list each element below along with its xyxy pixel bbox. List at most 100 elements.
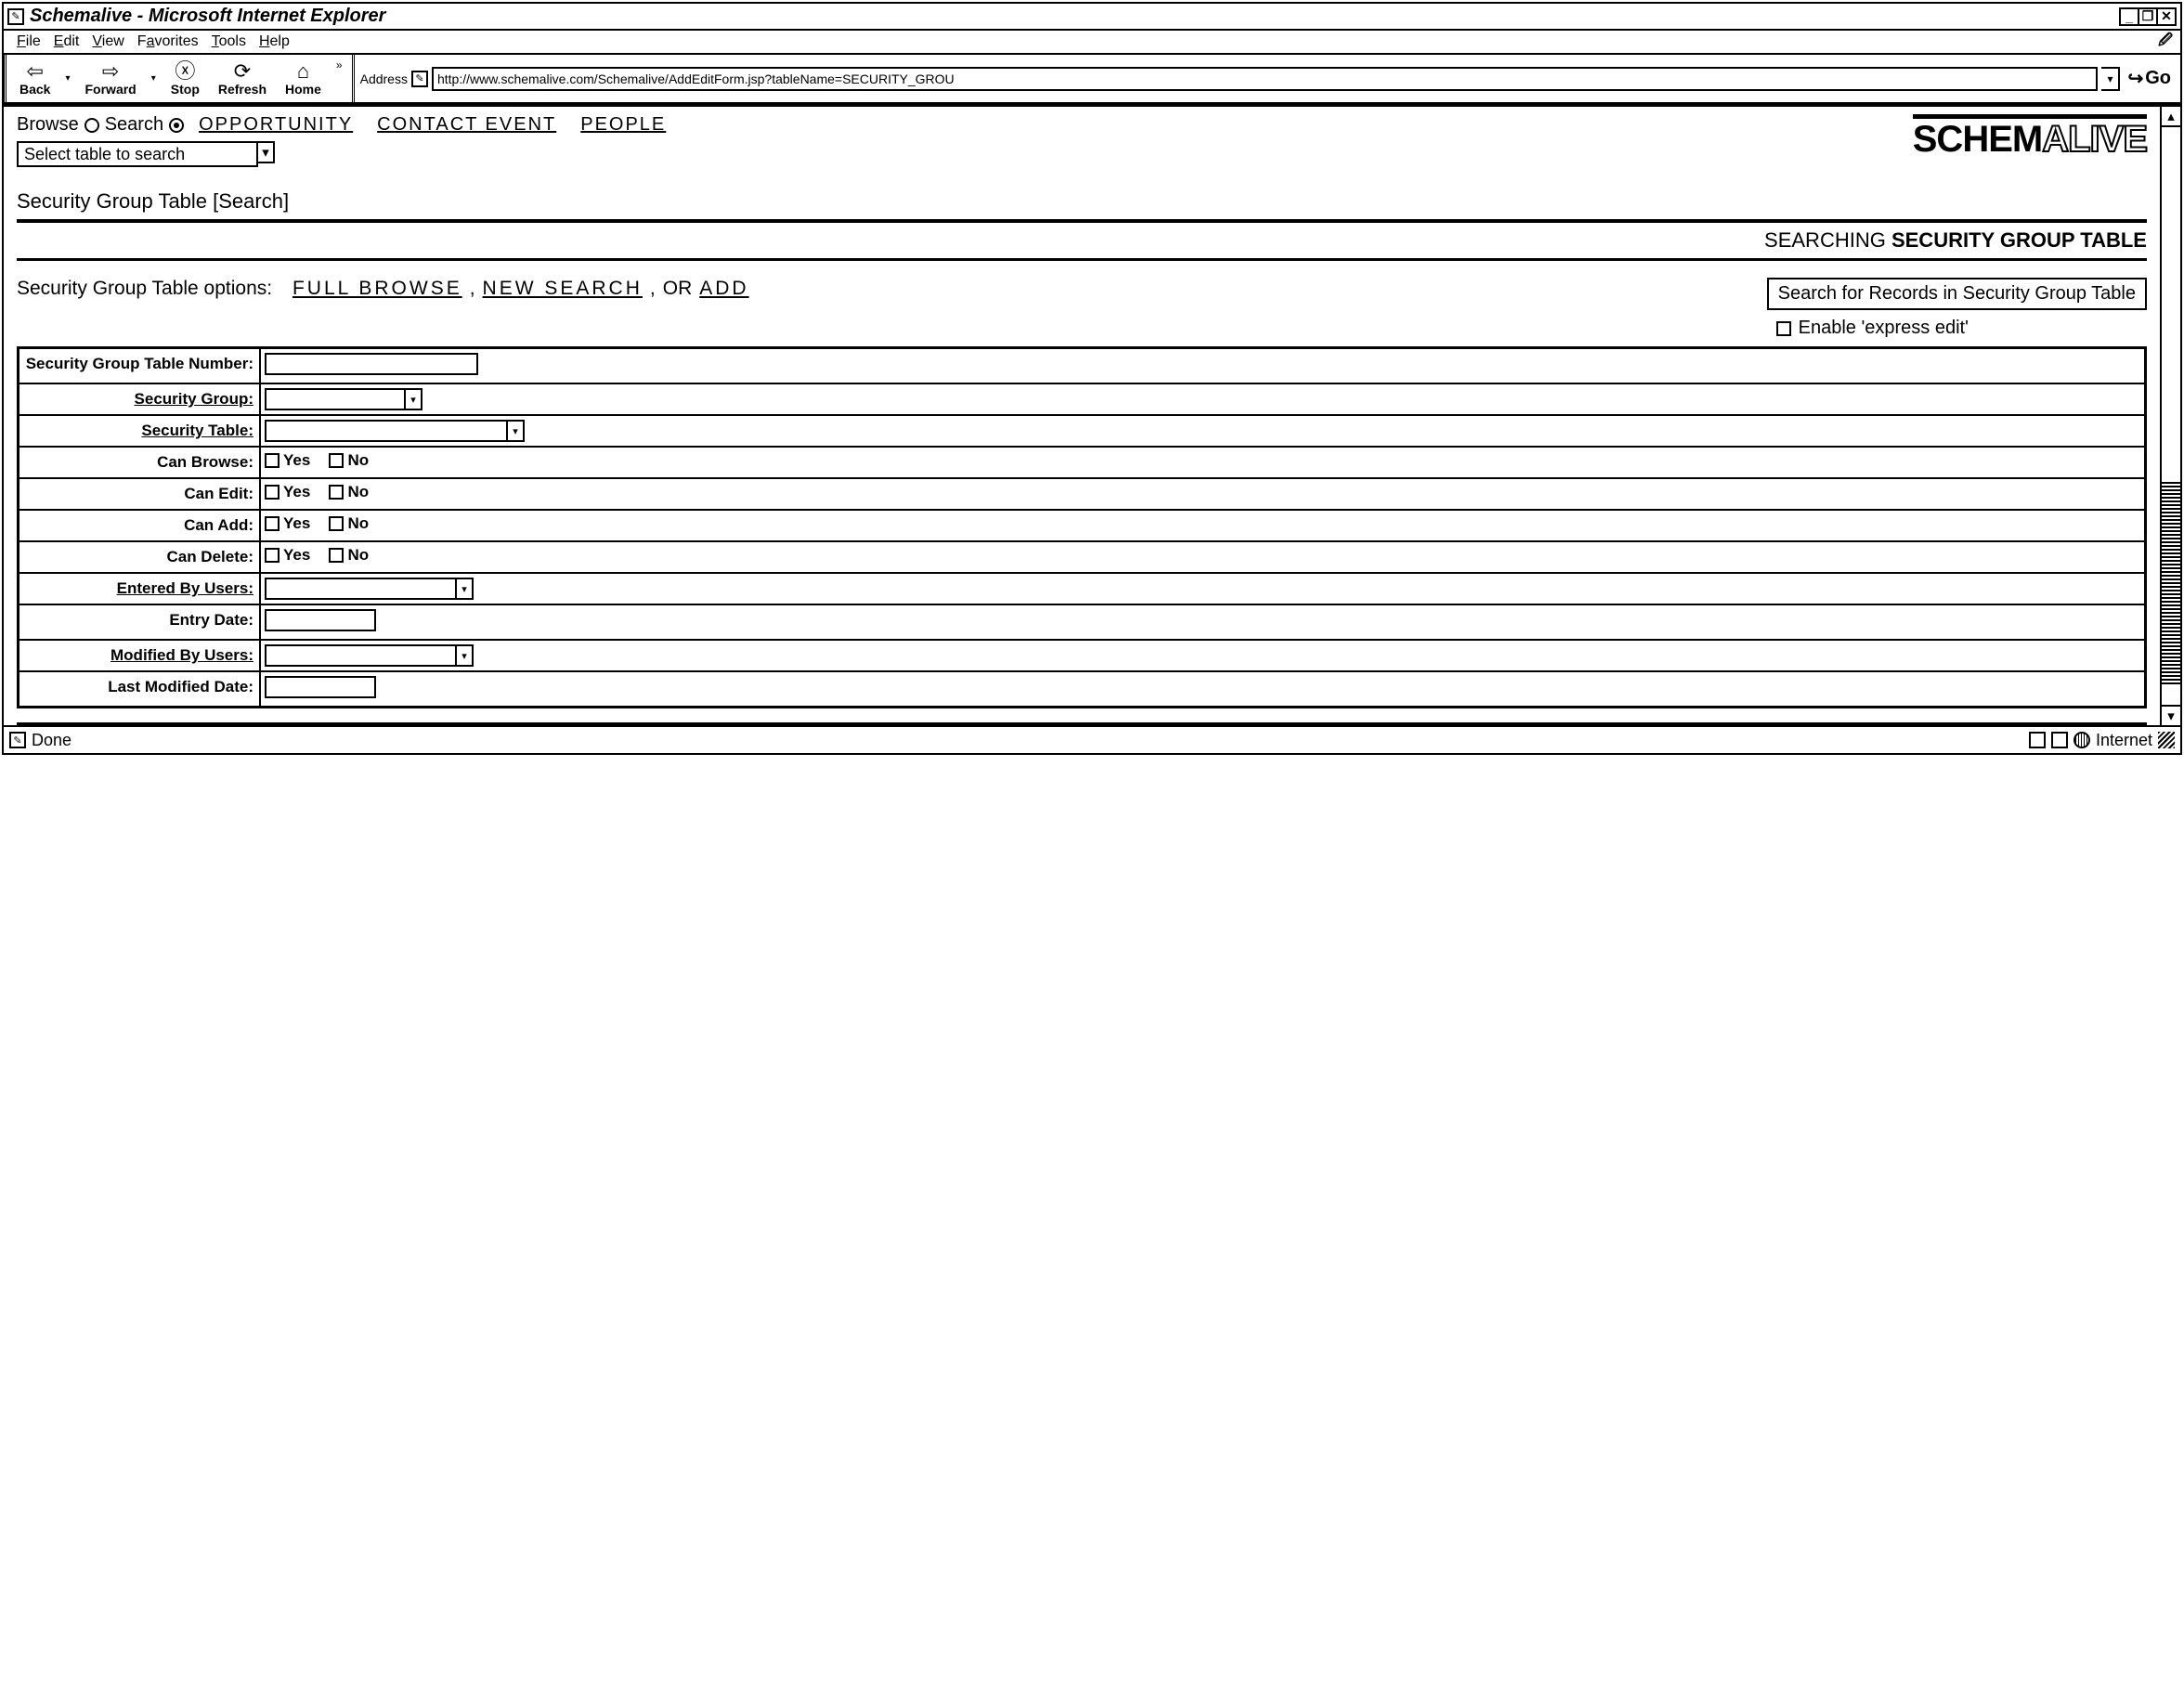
select-modified-by[interactable]: ▾	[265, 644, 474, 667]
can-add-no[interactable]	[329, 516, 344, 531]
chevron-down-icon: ▾	[506, 422, 523, 440]
go-icon: ↪	[2127, 67, 2143, 90]
label-can-browse: Can Browse:	[20, 448, 261, 477]
can-edit-no[interactable]	[329, 485, 344, 500]
input-last-modified[interactable]	[265, 676, 376, 698]
maximize-button[interactable]: ❐	[2138, 7, 2158, 26]
vertical-scrollbar[interactable]: ▴ ▾	[2160, 107, 2180, 725]
home-icon: ⌂	[297, 61, 309, 82]
ie-logo-icon: 🖉	[2154, 32, 2177, 51]
can-edit-yes[interactable]	[265, 485, 280, 500]
can-delete-no[interactable]	[329, 548, 344, 563]
table-select-placeholder: Select table to search	[24, 145, 185, 164]
search-radio[interactable]	[169, 118, 184, 133]
input-entry-date[interactable]	[265, 609, 376, 631]
titlebar: ✎ Schemalive - Microsoft Internet Explor…	[4, 4, 2180, 31]
status-pane-2	[2051, 732, 2068, 748]
toolbar-overflow[interactable]: »	[331, 55, 348, 75]
search-form: Security Group Table Number: Security Gr…	[17, 346, 2147, 708]
input-number[interactable]	[265, 353, 478, 375]
nav-people[interactable]: PEOPLE	[580, 114, 666, 136]
scroll-up-button[interactable]: ▴	[2162, 107, 2180, 127]
label-security-table[interactable]: Security Table:	[20, 416, 261, 446]
select-security-table[interactable]: ▾	[265, 420, 525, 442]
resize-grip[interactable]	[2158, 732, 2175, 748]
label-can-delete: Can Delete:	[20, 542, 261, 572]
top-nav: Browse Search OPPORTUNITY CONTACT EVENT …	[17, 114, 2147, 167]
stop-button[interactable]: ⓧ Stop	[162, 61, 209, 97]
menubar: File Edit View Favorites Tools Help 🖉	[4, 31, 2180, 55]
link-new-search[interactable]: NEW SEARCH	[483, 278, 643, 300]
page-icon: ✎	[7, 8, 24, 25]
select-security-group[interactable]: ▾	[265, 388, 422, 410]
refresh-icon: ⟳	[234, 61, 251, 82]
status-page-icon: ✎	[9, 732, 26, 748]
back-button[interactable]: ⇦ Back	[10, 61, 59, 97]
internet-zone-icon	[2074, 732, 2090, 748]
chevron-down-icon: ▾	[455, 646, 472, 665]
table-select[interactable]: Select table to search	[17, 141, 258, 167]
can-delete-yes[interactable]	[265, 548, 280, 563]
toolbar: ⇦ Back ▾ ⇨ Forward ▾ ⓧ Stop ⟳ Refresh ⌂ …	[4, 55, 2180, 105]
go-button[interactable]: ↪ Go	[2124, 67, 2175, 90]
address-dropdown[interactable]: ▾	[2101, 67, 2120, 91]
browse-radio[interactable]	[84, 118, 99, 133]
back-arrow-icon: ⇦	[27, 61, 44, 82]
link-add[interactable]: ADD	[699, 278, 748, 300]
address-value: http://www.schemalive.com/Schemalive/Add…	[437, 71, 955, 86]
can-browse-yes[interactable]	[265, 453, 280, 468]
close-button[interactable]: ✕	[2156, 7, 2177, 26]
search-label: Search	[105, 114, 163, 136]
forward-button[interactable]: ⇨ Forward	[76, 61, 146, 97]
forward-dropdown[interactable]: ▾	[146, 73, 162, 84]
status-pane-1	[2029, 732, 2046, 748]
back-dropdown[interactable]: ▾	[59, 73, 75, 84]
label-entry-date: Entry Date:	[20, 605, 261, 639]
express-edit-checkbox[interactable]	[1776, 321, 1791, 336]
minimize-button[interactable]: _	[2119, 7, 2139, 26]
menu-tools[interactable]: Tools	[212, 33, 246, 50]
window-title: Schemalive - Microsoft Internet Explorer	[30, 6, 385, 27]
label-modified-by[interactable]: Modified By Users:	[20, 641, 261, 670]
viewport: Browse Search OPPORTUNITY CONTACT EVENT …	[4, 107, 2160, 725]
address-label: Address	[360, 71, 408, 86]
menu-edit[interactable]: Edit	[54, 33, 80, 50]
express-edit-label: Enable 'express edit'	[1799, 318, 1969, 339]
chevron-down-icon: ▾	[404, 390, 421, 409]
table-select-arrow[interactable]: ▾	[256, 141, 275, 163]
statusbar: ✎ Done Internet	[4, 725, 2180, 753]
searching-heading: SEARCHING SECURITY GROUP TABLE	[17, 223, 2147, 261]
content-area: Browse Search OPPORTUNITY CONTACT EVENT …	[4, 105, 2180, 725]
link-full-browse[interactable]: FULL BROWSE	[292, 278, 462, 300]
select-entered-by[interactable]: ▾	[265, 578, 474, 600]
schemalive-logo: SCHEMALIVE	[1913, 114, 2147, 161]
window-controls: _ ❐ ✕	[2121, 7, 2177, 26]
zone-label: Internet	[2096, 731, 2152, 750]
label-last-modified: Last Modified Date:	[20, 672, 261, 706]
nav-opportunity[interactable]: OPPORTUNITY	[199, 114, 353, 136]
chevron-down-icon: ▾	[455, 579, 472, 598]
page-title: Security Group Table [Search]	[17, 189, 2147, 223]
home-button[interactable]: ⌂ Home	[276, 61, 331, 97]
menu-help[interactable]: Help	[259, 33, 290, 50]
address-input[interactable]: http://www.schemalive.com/Schemalive/Add…	[432, 67, 2098, 91]
status-text: Done	[32, 731, 72, 750]
browse-label: Browse	[17, 114, 79, 136]
forward-arrow-icon: ⇨	[102, 61, 119, 82]
form-bottom-rule	[17, 712, 2147, 725]
can-browse-no[interactable]	[329, 453, 344, 468]
can-add-yes[interactable]	[265, 516, 280, 531]
search-button[interactable]: Search for Records in Security Group Tab…	[1767, 278, 2147, 310]
options-row: Security Group Table options: FULL BROWS…	[17, 278, 2147, 339]
label-entered-by[interactable]: Entered By Users:	[20, 574, 261, 604]
label-security-group[interactable]: Security Group:	[20, 384, 261, 414]
scroll-thumb[interactable]	[2162, 480, 2180, 684]
refresh-button[interactable]: ⟳ Refresh	[209, 61, 276, 97]
nav-contact-event[interactable]: CONTACT EVENT	[377, 114, 556, 136]
menu-favorites[interactable]: Favorites	[137, 33, 199, 50]
menu-file[interactable]: File	[17, 33, 41, 50]
scroll-down-button[interactable]: ▾	[2162, 705, 2180, 725]
address-page-icon: ✎	[411, 71, 428, 87]
menu-view[interactable]: View	[92, 33, 124, 50]
stop-icon: ⓧ	[175, 61, 195, 82]
